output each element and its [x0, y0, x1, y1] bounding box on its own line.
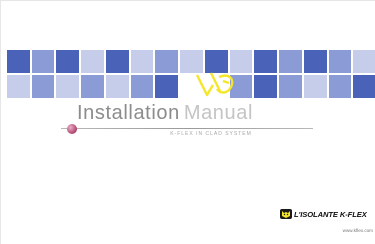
k-flex-mark-icon [195, 72, 234, 97]
mosaic-tile [328, 75, 352, 98]
title-sub: Manual [183, 102, 254, 124]
mosaic-tile [303, 50, 327, 73]
title-main: Installation [77, 102, 180, 124]
mosaic-tile [353, 50, 375, 73]
website-url: www.kflex.com [342, 228, 373, 233]
mosaic-tile [130, 50, 154, 73]
system-subtitle: K-FLEX IN CLAD SYSTEM [170, 131, 252, 137]
mosaic-tile [56, 50, 80, 73]
document-cover: Installation Manual K-FLEX IN CLAD SYSTEM… [0, 0, 375, 244]
mosaic-tile [31, 75, 55, 98]
mosaic-tile [81, 75, 104, 98]
mosaic-tile [56, 75, 80, 98]
mosaic-tile [254, 75, 278, 98]
mosaic-tile [279, 50, 302, 73]
mosaic-tile [7, 50, 30, 73]
mosaic-tile [328, 50, 352, 73]
mosaic-tile [303, 75, 327, 98]
mosaic-tile [155, 50, 179, 73]
title-divider [61, 128, 313, 129]
tile-mosaic [7, 50, 375, 98]
mosaic-tile [279, 75, 302, 98]
mosaic-tile [155, 75, 179, 98]
brand-name: L'ISOLANTE K-FLEX [294, 209, 367, 219]
mosaic-tile [105, 75, 129, 98]
mosaic-tile [31, 50, 55, 73]
mosaic-tile [81, 50, 104, 73]
mosaic-tile [254, 50, 278, 73]
mosaic-tile [353, 75, 375, 98]
document-title: Installation Manual [77, 102, 317, 128]
mosaic-tile [105, 50, 129, 73]
brand-tagline: · · · · · · · · · · · · · · · · · · · · … [293, 219, 357, 222]
mosaic-tile [130, 75, 154, 98]
mosaic-tile [7, 75, 30, 98]
cat-head-badge-icon [280, 209, 292, 219]
magenta-dot-icon [67, 124, 77, 134]
